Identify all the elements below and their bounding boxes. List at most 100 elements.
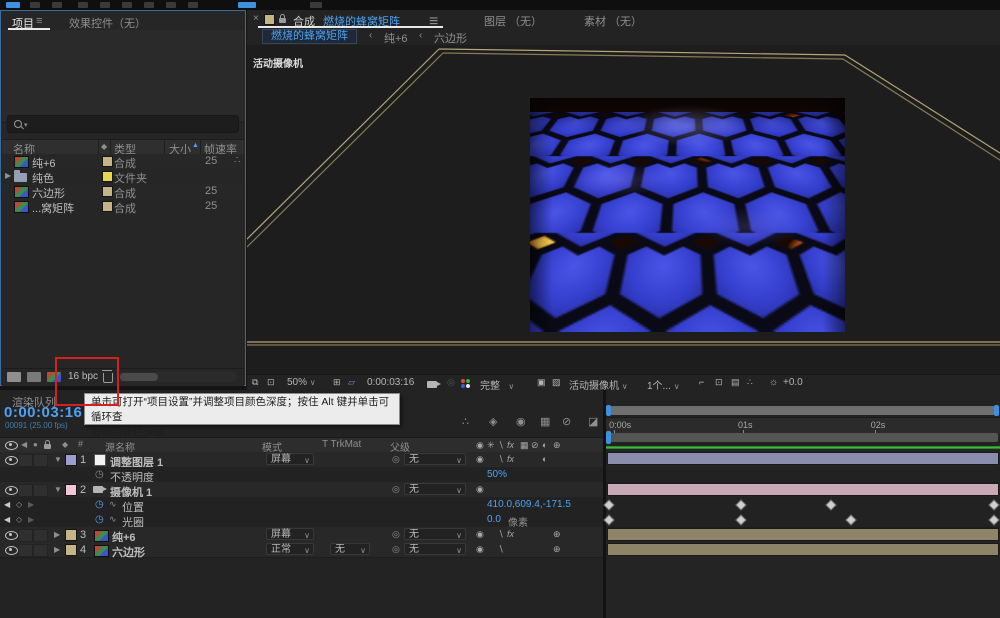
navigator-end-handle[interactable]: [994, 405, 999, 416]
hand-tool-icon[interactable]: [30, 2, 40, 8]
property-value[interactable]: 50%: [487, 469, 507, 480]
disclosure-icon[interactable]: ▶: [54, 530, 60, 539]
adjustment-switch-icon[interactable]: ◐: [542, 454, 547, 464]
shy-layers-icon[interactable]: ◉: [516, 415, 526, 428]
camera-tool-icon[interactable]: [100, 2, 110, 8]
lock-icon[interactable]: [279, 18, 286, 23]
project-row[interactable]: ▶ 纯色 文件夹: [2, 169, 244, 184]
property-value[interactable]: 0.0: [487, 514, 501, 525]
eye-icon[interactable]: [5, 456, 18, 465]
channel-rgb-icon[interactable]: [461, 379, 473, 389]
property-row[interactable]: ◀ ◇ ▶ ◷ ∿ 光圈 0.0 像素: [0, 512, 603, 528]
snapshot-camera-icon[interactable]: [427, 381, 437, 388]
label-column-icon[interactable]: ◆: [62, 440, 68, 449]
blend-mode-dropdown[interactable]: 屏幕∨: [266, 453, 314, 465]
graph-icon[interactable]: ∿: [109, 514, 117, 525]
lock-column-icon[interactable]: [44, 444, 51, 449]
pickwhip-icon[interactable]: ◎: [392, 544, 400, 555]
blend-mode-dropdown[interactable]: 正常∨: [266, 543, 314, 555]
project-panel-menu-icon[interactable]: ≡: [36, 15, 42, 27]
selection-tool-icon[interactable]: [6, 2, 20, 8]
show-snapshot-icon[interactable]: ◎: [447, 377, 455, 388]
video-column-icon[interactable]: [5, 441, 18, 450]
next-keyframe-icon[interactable]: ▶: [28, 515, 34, 524]
always-preview-icon[interactable]: ⧉: [252, 377, 258, 388]
tag-column-icon[interactable]: ◆: [101, 142, 107, 151]
disclosure-icon[interactable]: ▼: [54, 455, 62, 464]
tab-layer[interactable]: 图层 （无）: [484, 13, 542, 29]
new-folder-icon[interactable]: [27, 372, 41, 382]
blend-mode-dropdown[interactable]: 屏幕∨: [266, 528, 314, 540]
project-column-headers[interactable]: 名称 ◆ 类型 大小 ▲ 帧速率: [2, 139, 244, 155]
pickwhip-icon[interactable]: ◎: [392, 529, 400, 540]
time-ruler[interactable]: 0:00s01s02s: [606, 417, 1000, 434]
3d-switch-icon[interactable]: ⊕: [553, 529, 561, 540]
shy-switch-icon[interactable]: ◉: [476, 484, 484, 495]
adjustment-switch-icon[interactable]: ◐: [542, 440, 547, 450]
rotate-tool-icon[interactable]: [78, 2, 88, 8]
draft-3d-icon[interactable]: ◈: [489, 415, 497, 428]
eye-icon[interactable]: [5, 486, 18, 495]
layer-bar[interactable]: [607, 483, 999, 496]
eye-icon[interactable]: [5, 546, 18, 555]
shy-switch-icon[interactable]: ◉: [476, 440, 484, 451]
sort-arrow-icon[interactable]: ▲: [192, 142, 199, 149]
shy-switch-icon[interactable]: ◉: [476, 454, 484, 465]
layer-bar[interactable]: [607, 543, 999, 556]
disclosure-icon[interactable]: ▶: [54, 545, 60, 554]
label-chip[interactable]: [65, 529, 77, 541]
current-time-display[interactable]: 0:00:03:16: [4, 404, 82, 421]
mini-flowchart-icon[interactable]: ∴: [747, 377, 753, 388]
search-input[interactable]: ▾: [7, 115, 239, 133]
collapse-switch-icon[interactable]: ✳: [487, 440, 495, 451]
pickwhip-icon[interactable]: ◎: [392, 484, 400, 495]
search-dropdown-icon[interactable]: ▾: [24, 121, 28, 129]
solo-column-icon[interactable]: ●: [33, 440, 38, 449]
graph-icon[interactable]: ∿: [109, 499, 117, 510]
label-chip[interactable]: [65, 454, 77, 466]
interpret-footage-icon[interactable]: [7, 372, 21, 382]
work-area-bar[interactable]: [608, 433, 998, 442]
puppet-tool-icon[interactable]: [310, 2, 322, 8]
label-chip[interactable]: [102, 201, 113, 212]
motion-blur-switch-icon[interactable]: ⊘: [531, 440, 539, 451]
quality-switch-icon[interactable]: ∖: [498, 440, 504, 451]
trkmat-dropdown[interactable]: 无∨: [330, 543, 370, 555]
quality-switch-icon[interactable]: ∖: [498, 529, 504, 540]
histogram-icon[interactable]: ▤: [731, 377, 740, 388]
breadcrumb-item[interactable]: 六边形: [434, 30, 467, 46]
breadcrumb-item[interactable]: 纯+6: [384, 30, 408, 46]
time-navigator-bar[interactable]: [608, 406, 998, 415]
tab-effect-controls[interactable]: 效果控件（无）: [69, 15, 146, 31]
layer-row[interactable]: ▼ 1 调整图层 1 屏幕∨ ◎ 无∨ ◉ ∖ fx ◐: [0, 452, 603, 468]
exposure-icon[interactable]: ☼: [769, 377, 778, 388]
mask-roi-icon[interactable]: ▱: [348, 377, 355, 388]
property-row[interactable]: ◀ ◇ ▶ ◷ ∿ 位置 410.0,609.4,-171.5: [0, 497, 603, 513]
navigator-start-handle[interactable]: [606, 405, 611, 416]
frame-blend-switch-icon[interactable]: ▦: [520, 440, 529, 451]
label-chip[interactable]: [65, 544, 77, 556]
parent-dropdown[interactable]: 无∨: [404, 453, 466, 465]
layer-row[interactable]: ▼ 2 摄像机 1 ◎ 无∨ ◉: [0, 482, 603, 498]
transparency-grid-icon[interactable]: ▨: [552, 377, 561, 388]
add-keyframe-icon[interactable]: ◇: [16, 515, 22, 524]
work-area-start-handle[interactable]: [606, 431, 611, 444]
quality-switch-icon[interactable]: ∖: [498, 544, 504, 555]
pen-tool-icon[interactable]: [166, 2, 176, 8]
motion-blur-icon[interactable]: ⊘: [562, 415, 571, 428]
viewer-stage[interactable]: 活动摄像机: [247, 45, 1000, 374]
project-row[interactable]: ...窝矩阵 合成 25: [2, 199, 244, 214]
parent-dropdown[interactable]: 无∨: [404, 528, 466, 540]
prev-keyframe-icon[interactable]: ◀: [4, 500, 10, 509]
project-row[interactable]: 六边形 合成 25: [2, 184, 244, 199]
graph-editor-icon[interactable]: ◪: [588, 415, 598, 428]
parent-dropdown[interactable]: 无∨: [404, 543, 466, 555]
label-chip[interactable]: [102, 156, 113, 167]
fx-switch-icon[interactable]: fx: [507, 454, 514, 464]
resize-fit-icon[interactable]: ⌐: [699, 377, 704, 387]
text-tool-icon[interactable]: [188, 2, 198, 8]
frame-blend-icon[interactable]: ▦: [540, 415, 550, 428]
quality-switch-icon[interactable]: ∖: [498, 454, 504, 465]
shape-tool-icon[interactable]: [144, 2, 154, 8]
brush-tool-icon[interactable]: [238, 2, 256, 8]
